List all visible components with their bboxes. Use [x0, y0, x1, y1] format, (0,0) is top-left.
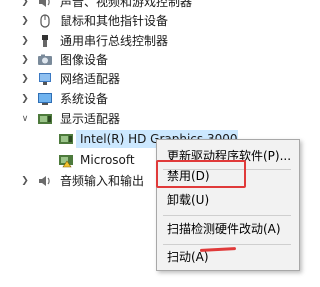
tree-item-usb[interactable]: ❯ 通用串行总线控制器: [0, 32, 294, 50]
tree-item-label: 声音、视频和游戏控制器: [60, 0, 193, 9]
menu-item-label: 卸载(U): [167, 193, 210, 207]
chevron-right-icon[interactable]: ❯: [20, 0, 30, 10]
network-icon: [37, 71, 53, 87]
annotation-highlight-box: [156, 160, 246, 188]
tree-item-label: 音频输入和输出: [60, 174, 145, 188]
tree-item-system[interactable]: ❯ 系统设备: [0, 90, 294, 108]
chevron-right-icon[interactable]: ❯: [20, 52, 30, 68]
tree-item-imaging[interactable]: ❯ 图像设备: [0, 51, 294, 69]
tree-item-label: 图像设备: [60, 53, 109, 67]
tree-item-label: 系统设备: [60, 92, 109, 106]
menu-separator: [163, 215, 291, 216]
tree-item-network[interactable]: ❯ 网络适配器: [0, 70, 294, 88]
tree-item-label: 通用串行总线控制器: [60, 34, 169, 48]
context-menu: 更新驱动程序软件(P)... 禁用(D) 卸载(U) 扫描检测硬件改动(A) 扫…: [156, 139, 300, 271]
display-adapter-warning-icon: [58, 152, 74, 168]
usb-icon: [37, 33, 53, 49]
menu-item-scan-hardware[interactable]: 扫描检测硬件改动(A): [157, 218, 299, 240]
monitor-icon: [37, 91, 53, 107]
chevron-right-icon[interactable]: ❯: [20, 173, 30, 189]
speaker-icon: [37, 173, 53, 189]
chevron-right-icon[interactable]: ❯: [20, 13, 30, 29]
menu-separator: [163, 244, 291, 245]
chevron-right-icon[interactable]: ❯: [20, 71, 30, 87]
chevron-right-icon[interactable]: ❯: [20, 91, 30, 107]
display-adapter-icon: [58, 131, 74, 147]
tree-item-mouse[interactable]: ❯ 鼠标和其他指针设备: [0, 12, 294, 30]
tree-item-display-adapters[interactable]: ∨ 显示适配器: [0, 110, 294, 128]
chevron-right-icon[interactable]: ❯: [20, 33, 30, 49]
menu-item-uninstall[interactable]: 卸载(U): [157, 189, 299, 211]
mouse-icon: [37, 13, 53, 29]
camera-icon: [37, 52, 53, 68]
tree-item-label: Microsoft: [80, 153, 135, 167]
display-adapter-icon: [37, 111, 53, 127]
tree-item-label: 显示适配器: [60, 112, 121, 126]
tree-item-sound[interactable]: ❯ 声音、视频和游戏控制器: [0, 0, 294, 11]
menu-item-label: 扫描检测硬件改动(A): [167, 222, 281, 236]
tree-item-label: 网络适配器: [60, 72, 121, 86]
tree-item-label: 鼠标和其他指针设备: [60, 14, 169, 28]
speaker-icon: [37, 0, 53, 10]
chevron-down-icon[interactable]: ∨: [20, 111, 30, 127]
